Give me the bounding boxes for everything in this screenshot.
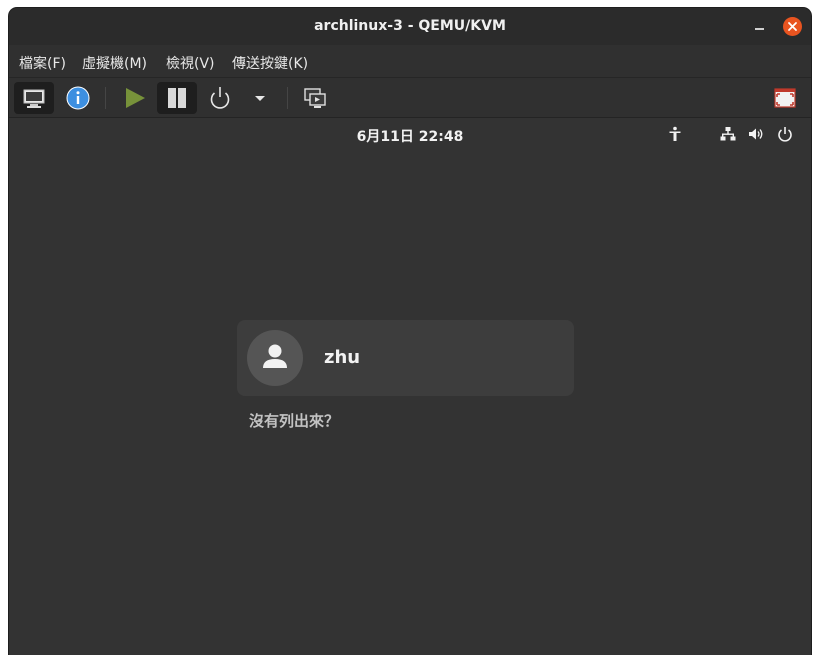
toolbar-separator [287,87,288,109]
username-label: zhu [324,347,361,368]
pause-icon [168,88,186,108]
menu-view[interactable]: 檢視(V) [166,53,215,73]
fullscreen-button[interactable] [765,82,805,114]
accessibility-icon[interactable] [667,126,683,142]
title-bar[interactable]: archlinux-3 - QEMU/KVM [9,8,811,45]
vm-window: archlinux-3 - QEMU/KVM 檔案(F) 虛擬機(M) 檢視(V… [9,8,811,655]
console-button[interactable] [14,82,54,114]
shutdown-button[interactable] [200,82,240,114]
snapshots-button[interactable] [295,82,335,114]
vm-display[interactable]: 6月11日 22:48 zhu 沒有列出來？ [9,118,811,655]
play-icon [126,88,145,108]
toolbar [9,78,811,118]
user-list-item[interactable]: zhu [237,320,574,396]
info-icon [66,86,90,110]
user-avatar-icon [263,344,287,368]
avatar [247,330,303,386]
snapshot-screens-icon [304,88,326,108]
close-icon [788,22,797,31]
menu-vm[interactable]: 虛擬機(M) [82,53,147,73]
shutdown-menu-button[interactable] [240,82,280,114]
volume-icon[interactable] [748,126,764,142]
menu-send-key[interactable]: 傳送按鍵(K) [232,53,308,73]
guest-power-icon[interactable] [777,126,793,142]
menu-file[interactable]: 檔案(F) [19,53,66,73]
monitor-icon [23,89,45,108]
pause-button[interactable] [157,82,197,114]
network-icon[interactable] [720,126,736,142]
fullscreen-icon [774,88,796,108]
menu-bar: 檔案(F) 虛擬機(M) 檢視(V) 傳送按鍵(K) [9,45,811,78]
not-listed-link[interactable]: 沒有列出來？ [249,410,339,431]
guest-clock[interactable]: 6月11日 22:48 [9,126,811,146]
window-title: archlinux-3 - QEMU/KVM [314,18,506,34]
run-button[interactable] [115,82,155,114]
power-icon [210,87,230,109]
dropdown-arrow-icon [255,96,265,101]
close-button[interactable] [783,17,802,36]
toolbar-separator [105,87,106,109]
details-button[interactable] [57,82,97,114]
minimize-button[interactable] [753,18,767,34]
